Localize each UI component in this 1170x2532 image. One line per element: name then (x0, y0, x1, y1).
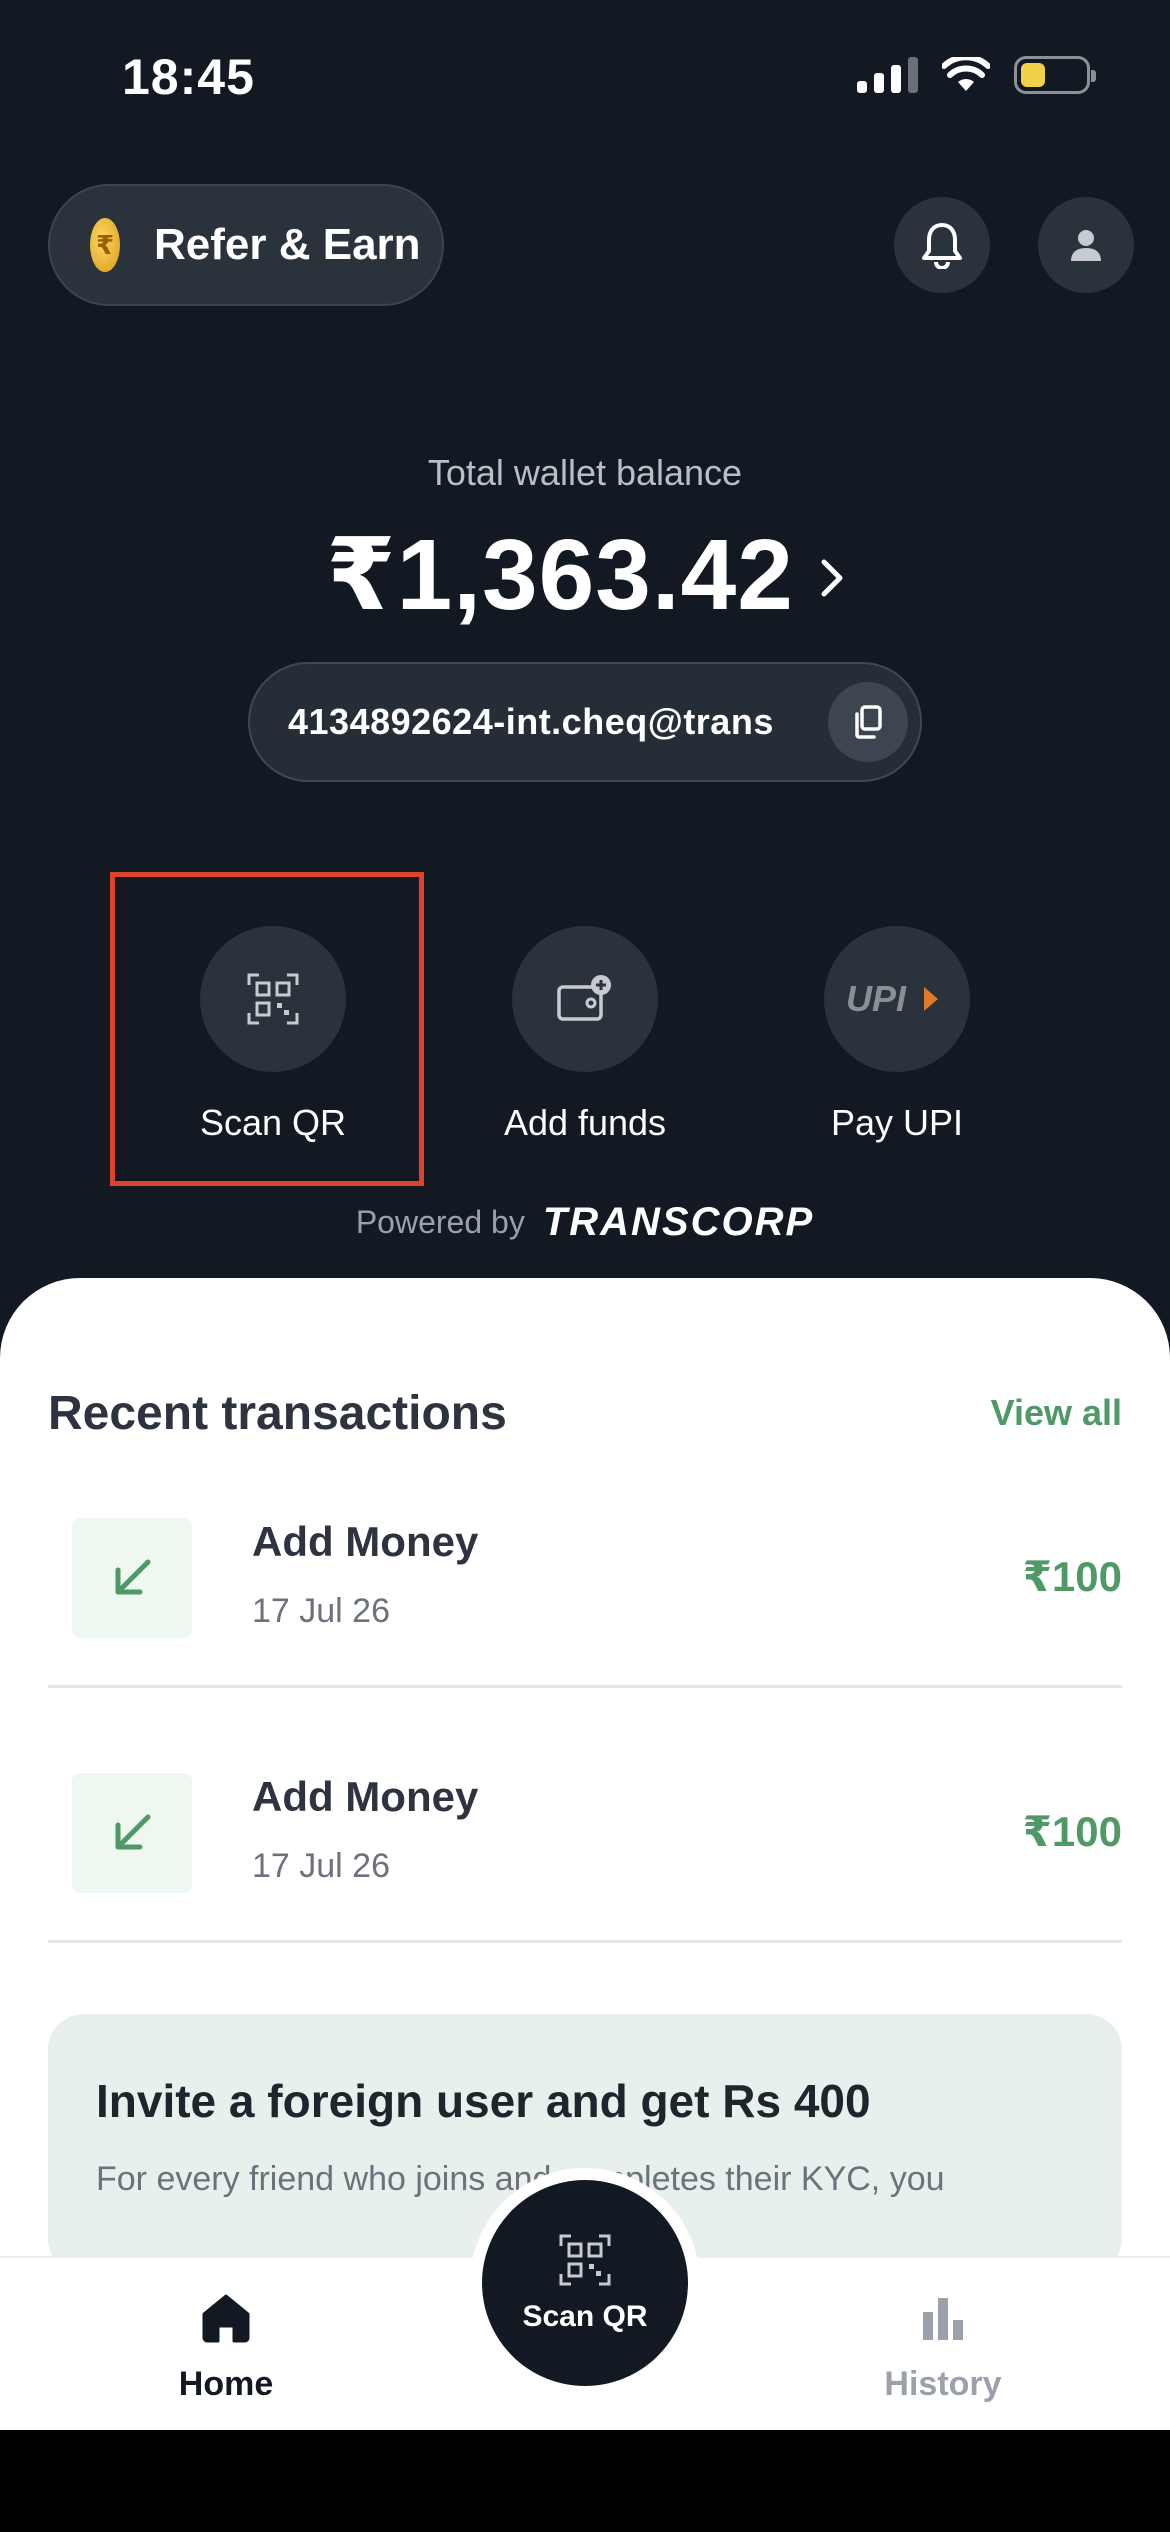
incoming-arrow-icon (72, 1518, 192, 1638)
status-icons (857, 56, 1096, 94)
nav-history-label: History (884, 2365, 1002, 2403)
upi-logo: UPI (846, 979, 938, 1019)
balance-row[interactable]: ₹1,363.42 (0, 516, 1170, 633)
nav-history[interactable]: History (833, 2290, 1053, 2404)
scan-qr-highlight (110, 872, 424, 1186)
scan-qr-fab[interactable]: Scan QR (482, 2180, 688, 2386)
copy-button[interactable] (828, 682, 908, 762)
transaction-date: 17 Jul 26 (252, 1847, 390, 1885)
transaction-row[interactable]: Add Money 17 Jul 26 ₹100 (48, 1488, 1122, 1688)
incoming-arrow-icon (72, 1773, 192, 1893)
powered-by: Powered by TRANSCORP (0, 1200, 1170, 1245)
battery-icon (1014, 56, 1096, 94)
user-icon (1071, 230, 1101, 261)
pay-upi-label: Pay UPI (830, 1102, 964, 1143)
transaction-date: 17 Jul 26 (252, 1592, 390, 1630)
scan-qr-fab-label: Scan QR (522, 2300, 648, 2333)
nav-home-label: Home (178, 2365, 274, 2403)
coin-icon: ₹ (90, 218, 120, 272)
transaction-row[interactable]: Add Money 17 Jul 26 ₹100 (48, 1743, 1122, 1943)
balance-caption: Total wallet balance (427, 452, 743, 493)
pay-upi-action[interactable]: UPI Pay UPI (817, 926, 977, 1144)
wifi-icon (942, 57, 990, 91)
refer-earn-label: Refer & Earn (154, 220, 421, 269)
upi-id-pill: 4134892624-int.cheq@trans (248, 662, 922, 782)
bar-chart-icon (923, 2298, 963, 2340)
notifications-button[interactable] (894, 197, 990, 293)
invite-title: Invite a foreign user and get Rs 400 (96, 2075, 871, 2127)
qr-scan-icon (559, 2234, 611, 2286)
add-funds-action[interactable]: Add funds (504, 926, 666, 1144)
recent-transactions-title: Recent transactions (48, 1387, 507, 1440)
copy-icon (855, 705, 882, 739)
transaction-title: Add Money (252, 1773, 479, 1820)
app-screen: 18:45 ₹ Refer & Earn Total wallet balanc… (0, 0, 1170, 2430)
nav-home[interactable]: Home (116, 2290, 336, 2404)
chevron-right-icon (821, 559, 843, 596)
home-icon (202, 2294, 250, 2343)
transcorp-logo: TRANSCORP (542, 1200, 815, 1244)
pay-upi-circle: UPI (824, 926, 970, 1072)
balance-amount: ₹1,363.42 (326, 519, 794, 631)
powered-by-text: Powered by (355, 1204, 525, 1240)
transaction-amount: ₹100 (1022, 1553, 1122, 1600)
svg-text:UPI: UPI (846, 979, 907, 1019)
add-funds-circle (512, 926, 658, 1072)
profile-button[interactable] (1038, 197, 1134, 293)
add-funds-label: Add funds (503, 1102, 667, 1143)
transaction-title: Add Money (252, 1518, 479, 1565)
upi-id-text: 4134892624-int.cheq@trans (288, 701, 774, 742)
transaction-amount: ₹100 (1022, 1808, 1122, 1855)
view-all-link[interactable]: View all (991, 1392, 1122, 1434)
refer-earn-button[interactable]: ₹ Refer & Earn (48, 184, 444, 306)
cellular-signal-icon (857, 57, 918, 93)
bell-icon (922, 223, 962, 269)
wallet-add-icon (557, 975, 611, 1021)
status-time: 18:45 (122, 49, 255, 105)
